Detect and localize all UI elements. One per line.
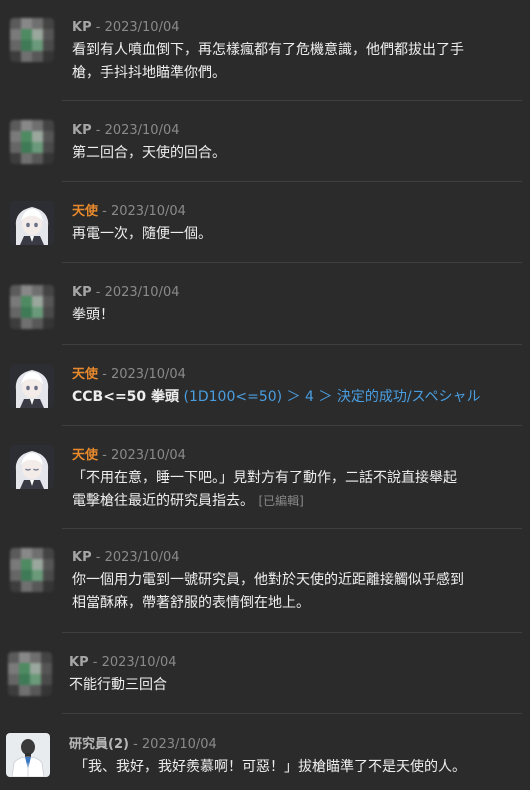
message-line: 相當酥麻，帶著舒服的表情倒在地上。 xyxy=(72,595,310,611)
message-header: KP - 2023/10/04 xyxy=(72,550,180,566)
kp-avatar[interactable] xyxy=(10,120,54,164)
timestamp: - 2023/10/04 xyxy=(95,285,180,300)
message-header: KP - 2023/10/04 xyxy=(72,123,180,139)
message-header: 天使 - 2023/10/04 xyxy=(72,204,186,220)
speaker-name[interactable]: KP xyxy=(72,123,92,138)
message-line-text: 電擊槍往最近的研究員指去。 xyxy=(72,493,254,509)
message-text: CCB<=50 拳頭 (1D100<=50) ＞ 4 ＞ 決定的成功/スペシャル xyxy=(72,386,481,409)
chat-message: KP - 2023/10/04 第二回合，天使的回合。 xyxy=(0,100,530,181)
message-line: 拳頭！ xyxy=(72,307,114,323)
message-line: 「我、我好，我好羨慕啊！可惡！」拔槍瞄準了不是天使的人。 xyxy=(74,759,466,775)
timestamp: - 2023/10/04 xyxy=(102,367,186,382)
timestamp: - 2023/10/04 xyxy=(102,204,186,219)
message-line: 再電一次，隨便一個。 xyxy=(72,226,212,242)
message-header: 天使 - 2023/10/04 xyxy=(72,448,186,464)
speaker-name[interactable]: 天使 xyxy=(72,448,98,463)
timestamp: - 2023/10/04 xyxy=(92,655,177,670)
speaker-name[interactable]: KP xyxy=(72,20,92,35)
researcher-avatar[interactable] xyxy=(6,733,50,777)
white-haired-girl-icon xyxy=(10,364,54,408)
speaker-name[interactable]: 天使 xyxy=(72,367,98,382)
message-header: 研究員(2) - 2023/10/04 xyxy=(69,737,217,753)
timestamp: - 2023/10/04 xyxy=(95,20,180,35)
message-header: 天使 - 2023/10/04 xyxy=(72,367,186,383)
chat-message: 天使 - 2023/10/04 CCB<=50 拳頭 (1D100<=50) ＞… xyxy=(0,344,530,425)
chat-message: 天使 - 2023/10/04 「不用在意，睡一下吧。」見對方有了動作，二話不說… xyxy=(0,425,530,528)
message-text: 「不用在意，睡一下吧。」見對方有了動作，二話不說直接舉起 電擊槍往最近的研究員指… xyxy=(72,467,457,513)
message-line: 「不用在意，睡一下吧。」見對方有了動作，二話不說直接舉起 xyxy=(72,470,457,486)
chat-message: KP - 2023/10/04 拳頭！ xyxy=(0,262,530,344)
message-line: 第二回合，天使的回合。 xyxy=(72,145,226,161)
message-text: 第二回合，天使的回合。 xyxy=(72,142,226,165)
message-header: KP - 2023/10/04 xyxy=(69,655,177,671)
message-line: 不能行動三回合 xyxy=(69,677,167,693)
chat-message: 天使 - 2023/10/04 再電一次，隨便一個。 xyxy=(0,181,530,262)
chat-message: KP - 2023/10/04 你一個用力電到一號研究員，他對於天使的近距離接觸… xyxy=(0,528,530,632)
kp-avatar[interactable] xyxy=(10,285,54,329)
white-haired-girl-closed-eyes-icon xyxy=(10,445,54,489)
speaker-name[interactable]: KP xyxy=(72,285,92,300)
dice-command: CCB<=50 拳頭 xyxy=(72,389,180,405)
message-text: 「我、我好，我好羨慕啊！可惡！」拔槍瞄準了不是天使的人。 xyxy=(74,756,466,779)
lab-coat-man-icon xyxy=(6,733,50,777)
kp-avatar[interactable] xyxy=(10,548,54,592)
timestamp: - 2023/10/04 xyxy=(133,737,217,752)
white-haired-girl-icon xyxy=(10,201,54,245)
message-text: 不能行動三回合 xyxy=(69,674,167,697)
message-text: 再電一次，隨便一個。 xyxy=(72,223,212,246)
kp-avatar[interactable] xyxy=(10,18,54,62)
message-text: 看到有人噴血倒下，再怎樣瘋都有了危機意識，他們都拔出了手 槍，手抖抖地瞄準你們。 xyxy=(72,39,464,85)
message-text: 你一個用力電到一號研究員，他對於天使的近距離接觸似乎感到 相當酥麻，帶著舒服的表… xyxy=(72,569,464,615)
angel-avatar[interactable] xyxy=(10,201,54,245)
angel-avatar[interactable] xyxy=(10,445,54,489)
chat-message: KP - 2023/10/04 不能行動三回合 xyxy=(0,632,530,713)
message-header: KP - 2023/10/04 xyxy=(72,285,180,301)
dice-result: (1D100<=50) ＞ 4 ＞ 決定的成功/スペシャル xyxy=(183,389,481,405)
speaker-name[interactable]: 研究員(2) xyxy=(69,737,129,752)
message-line: 槍，手抖抖地瞄準你們。 xyxy=(72,65,226,81)
message-header: KP - 2023/10/04 xyxy=(72,20,180,36)
angel-avatar[interactable] xyxy=(10,364,54,408)
message-line: 電擊槍往最近的研究員指去。 [已編輯] xyxy=(72,490,457,513)
message-text: 拳頭！ xyxy=(72,304,114,327)
chat-message: 研究員(2) - 2023/10/04 「我、我好，我好羨慕啊！可惡！」拔槍瞄準… xyxy=(0,713,530,790)
message-line: 你一個用力電到一號研究員，他對於天使的近距離接觸似乎感到 xyxy=(72,572,464,588)
speaker-name[interactable]: KP xyxy=(72,550,92,565)
timestamp: - 2023/10/04 xyxy=(95,123,180,138)
timestamp: - 2023/10/04 xyxy=(95,550,180,565)
speaker-name[interactable]: KP xyxy=(69,655,89,670)
edited-marker: [已編輯] xyxy=(258,494,304,508)
kp-avatar[interactable] xyxy=(8,652,52,696)
timestamp: - 2023/10/04 xyxy=(102,448,186,463)
chat-message: KP - 2023/10/04 看到有人噴血倒下，再怎樣瘋都有了危機意識，他們都… xyxy=(0,0,530,100)
speaker-name[interactable]: 天使 xyxy=(72,204,98,219)
message-line: 看到有人噴血倒下，再怎樣瘋都有了危機意識，他們都拔出了手 xyxy=(72,42,464,58)
